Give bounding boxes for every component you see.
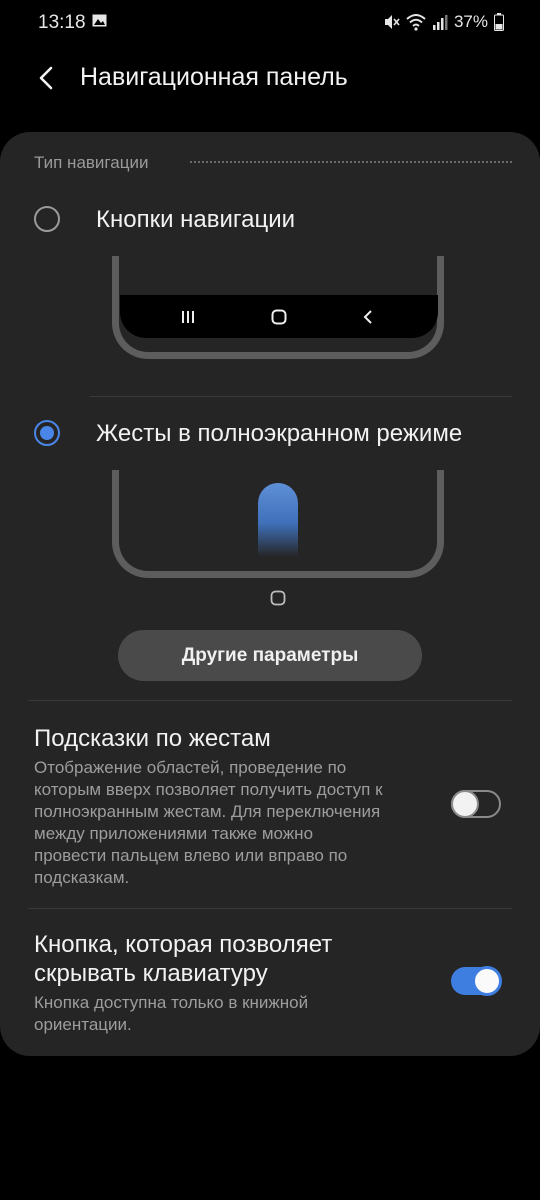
keyboard-button-title-line: Кнопка, которая позволяет	[34, 931, 333, 958]
gesture-swipe-hint	[258, 483, 298, 557]
settings-card: Тип навигации Кнопки навигации Жесты в п…	[0, 132, 540, 1056]
option-divider	[90, 396, 512, 397]
battery-icon	[494, 13, 504, 31]
section-header-navigation-type: Тип навигации	[34, 153, 149, 172]
status-time: 13:18	[38, 12, 86, 33]
toggle-knob	[472, 966, 502, 996]
gesture-hints-title: Подсказки по жестам	[34, 725, 271, 752]
radio-fullscreen-gestures[interactable]	[34, 420, 60, 446]
battery-percentage: 37%	[453, 12, 488, 31]
recents-icon	[178, 307, 198, 327]
gesture-hints-desc-line: Отображение областей, проведение по	[34, 758, 347, 777]
keyboard-button-title: Кнопка, которая позволяет скрывать клави…	[34, 930, 332, 988]
keyboard-button-desc-line: ориентации.	[34, 1015, 132, 1034]
photo-icon	[92, 14, 107, 27]
back-arrow-icon	[39, 66, 53, 90]
mute-icon	[384, 15, 400, 29]
nav-bar-preview	[120, 295, 438, 338]
gesture-hints-desc-line: между приложениями также можно	[34, 824, 314, 843]
wifi-icon	[406, 14, 426, 31]
gesture-hints-desc-line: провести пальцем влево или вправо по	[34, 846, 348, 865]
section-divider-keyboard-button	[28, 908, 512, 909]
home-icon	[269, 307, 289, 327]
app-bar: Навигационная панель	[0, 52, 540, 104]
gesture-hints-desc-line: которым вверх позволяет получить доступ …	[34, 780, 383, 799]
back-icon	[358, 307, 378, 327]
toggle-knob	[451, 790, 479, 818]
signal-icon	[432, 15, 448, 30]
gesture-hints-desc-line: подсказкам.	[34, 868, 130, 887]
status-bar: 13:18 37%	[0, 0, 540, 44]
home-hint-icon	[270, 590, 286, 606]
radio-navigation-buttons[interactable]	[34, 206, 60, 232]
option-label-fullscreen-gestures: Жесты в полноэкранном режиме	[96, 420, 463, 447]
section-divider-gesture-hints	[28, 700, 512, 701]
page-title: Навигационная панель	[80, 63, 348, 91]
keyboard-button-toggle[interactable]	[451, 966, 502, 996]
gesture-hints-description: Отображение областей, проведение по кото…	[34, 757, 383, 889]
gesture-hints-desc-line: полноэкранным жестам. Для переключения	[34, 802, 381, 821]
keyboard-button-desc-line: Кнопка доступна только в книжной	[34, 993, 309, 1012]
other-params-button[interactable]: Другие параметры	[118, 630, 422, 681]
back-button[interactable]	[28, 60, 64, 96]
keyboard-button-title-line: скрывать клавиатуру	[34, 960, 268, 987]
option-label-navigation-buttons: Кнопки навигации	[96, 206, 296, 233]
section-divider	[190, 161, 512, 163]
gesture-hints-toggle[interactable]	[451, 790, 501, 818]
keyboard-button-description: Кнопка доступна только в книжной ориента…	[34, 992, 308, 1036]
